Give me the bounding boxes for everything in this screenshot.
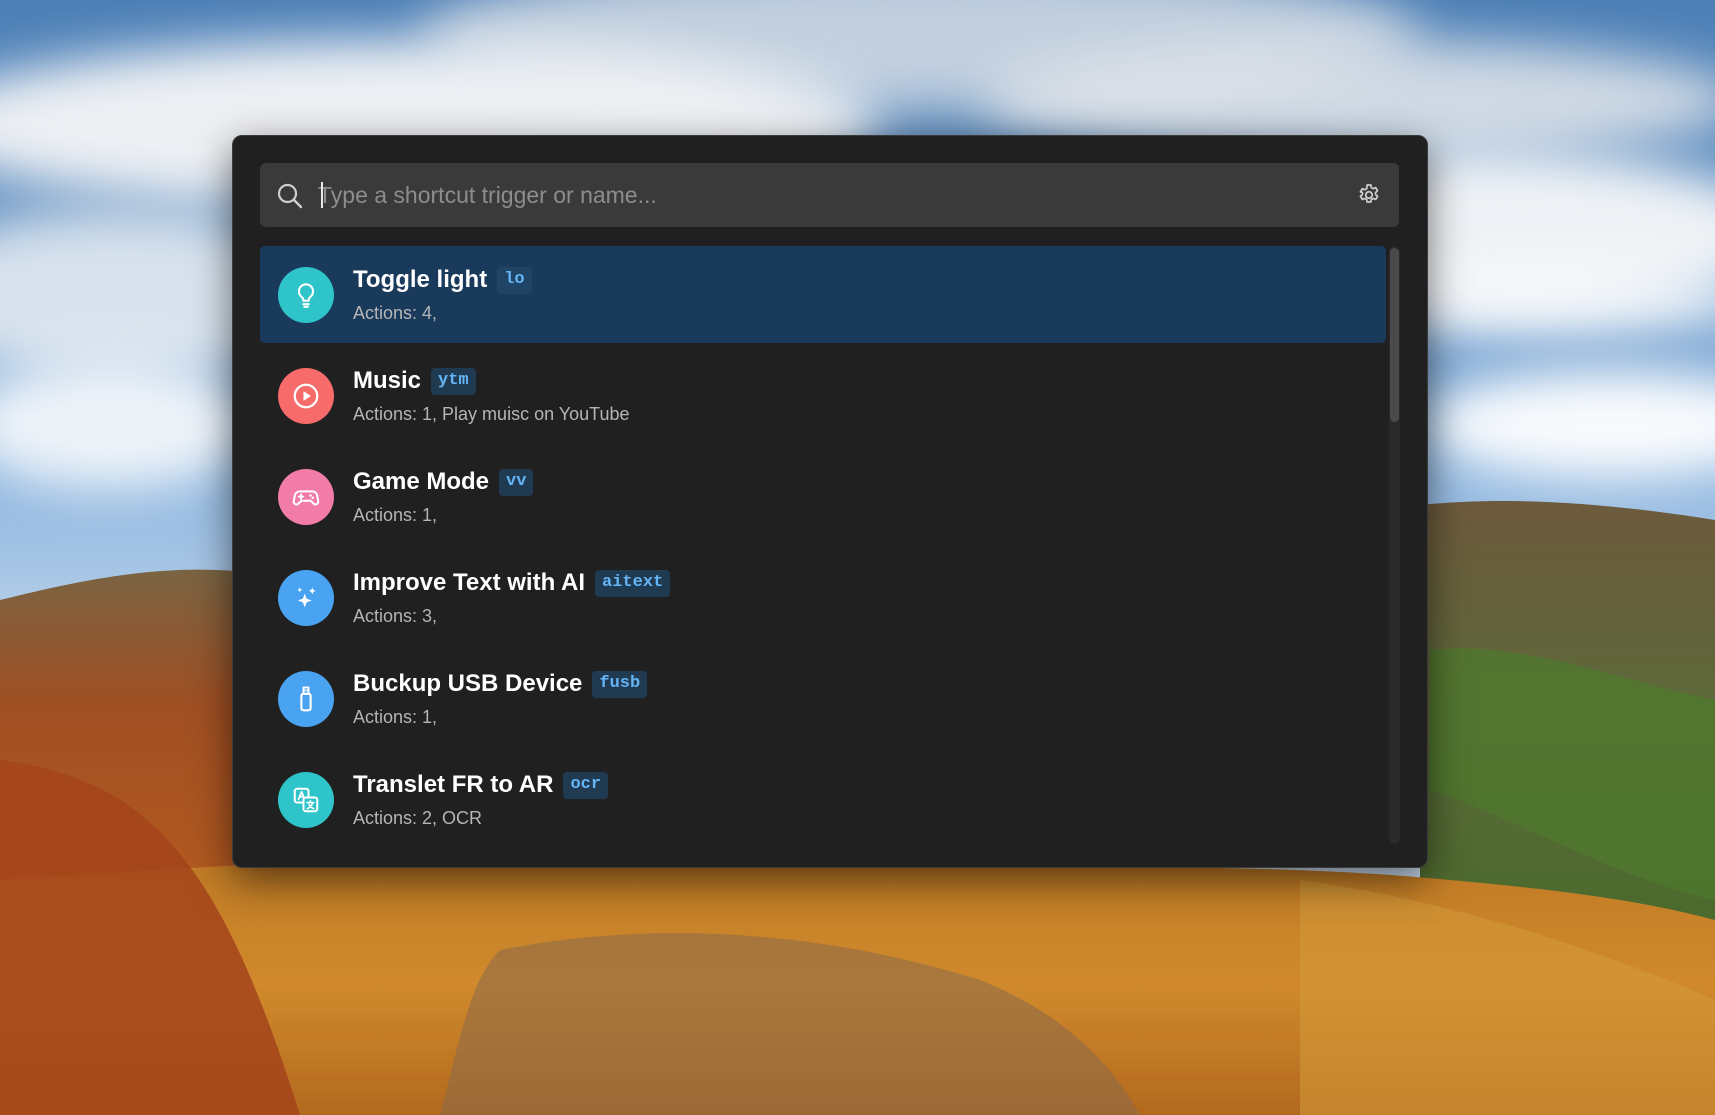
trigger-badge: ocr: [563, 771, 609, 799]
shortcut-launcher-window: Toggle light lo Actions: 4, Music ytm A: [232, 135, 1428, 868]
shortcut-subtitle: Actions: 4,: [353, 303, 438, 323]
translate-icon: [278, 772, 334, 828]
trigger-badge: lo: [497, 266, 532, 294]
shortcut-subtitle: Actions: 2, OCR: [353, 808, 483, 828]
scrollbar-track[interactable]: [1389, 246, 1400, 844]
shortcut-subtitle: Actions: 1, Play muisc on YouTube: [353, 404, 630, 424]
shortcut-subtitle: Actions: 1,: [353, 707, 438, 727]
gear-icon[interactable]: [1356, 182, 1382, 208]
shortcut-subtitle: Actions: 3,: [353, 606, 438, 626]
trigger-badge: ytm: [431, 367, 476, 395]
search-input[interactable]: [318, 163, 1328, 227]
sparkles-icon: [278, 570, 334, 626]
trigger-badge: fusb: [592, 670, 648, 698]
search-bar: [260, 163, 1399, 227]
shortcut-title: Game Mode: [353, 468, 490, 495]
shortcut-title: Buckup USB Device: [353, 670, 583, 697]
shortcut-list: Toggle light lo Actions: 4, Music ytm Ac…: [260, 246, 1386, 844]
shortcut-item-translate[interactable]: Translet FR to AR ocr Actions: 2, OCR: [260, 751, 1386, 848]
shortcut-subtitle: Actions: 1,: [353, 505, 438, 525]
text-cursor: [321, 182, 323, 208]
play-circle-icon: [278, 368, 334, 424]
scrollbar-thumb[interactable]: [1390, 248, 1399, 422]
shortcut-item-improve-text[interactable]: Improve Text with AI aitext Actions: 3,: [260, 549, 1386, 646]
shortcut-title: Toggle light: [353, 266, 488, 293]
trigger-badge: aitext: [595, 569, 671, 597]
usb-drive-icon: [278, 671, 334, 727]
shortcut-item-backup-usb[interactable]: Buckup USB Device fusb Actions: 1,: [260, 650, 1386, 747]
lightbulb-icon: [278, 267, 334, 323]
shortcut-title: Improve Text with AI: [353, 569, 586, 596]
shortcut-item-music[interactable]: Music ytm Actions: 1, Play muisc on YouT…: [260, 347, 1386, 444]
shortcut-item-toggle-light[interactable]: Toggle light lo Actions: 4,: [260, 246, 1386, 343]
shortcut-item-game-mode[interactable]: Game Mode vv Actions: 1,: [260, 448, 1386, 545]
gamepad-icon: [278, 469, 334, 525]
trigger-badge: vv: [499, 468, 534, 496]
shortcut-title: Music: [353, 367, 422, 394]
search-icon: [276, 182, 304, 210]
shortcut-title: Translet FR to AR: [353, 771, 554, 798]
